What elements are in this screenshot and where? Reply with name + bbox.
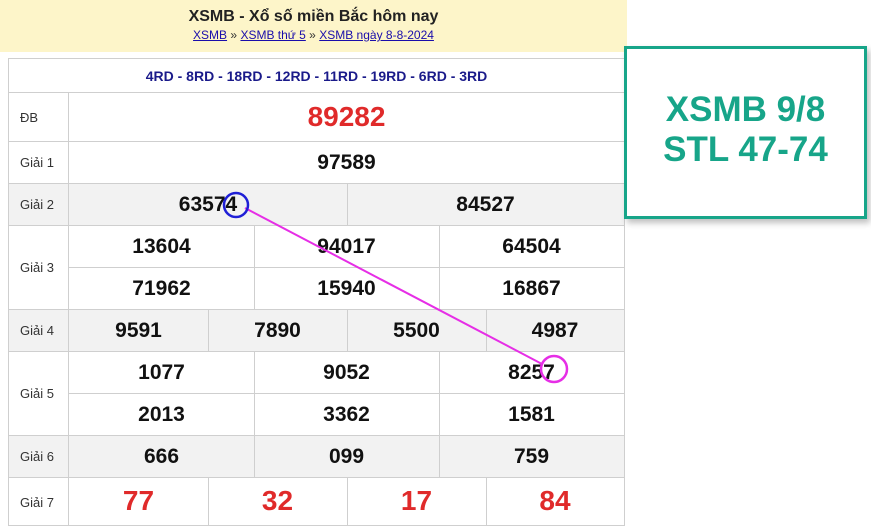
- callout-line-1: XSMB 9/8: [665, 90, 826, 129]
- prize-row-db: ĐB 89282: [9, 93, 624, 142]
- prize-number: 2013: [138, 402, 185, 426]
- prize-number: 17: [400, 485, 433, 516]
- breadcrumb-separator: »: [230, 28, 238, 42]
- prize-number: 89282: [307, 101, 386, 132]
- prize-number: 7890: [254, 318, 301, 342]
- results-table: 4RD - 8RD - 18RD - 12RD - 11RD - 19RD - …: [8, 58, 625, 526]
- prize-number: 16867: [502, 276, 561, 300]
- prize-number: 3362: [323, 402, 370, 426]
- prize-label: Giải 2: [9, 184, 69, 225]
- prize-number: 15940: [317, 276, 376, 300]
- prize-number: 77: [122, 485, 155, 516]
- prize-number: 13604: [132, 234, 191, 258]
- prize-label: Giải 6: [9, 436, 69, 477]
- prize-label: Giải 7: [9, 478, 69, 525]
- page-header: XSMB - Xổ số miền Bắc hôm nay XSMB » XSM…: [0, 0, 627, 52]
- breadcrumb-thu5-link[interactable]: XSMB thứ 5: [240, 28, 305, 42]
- breadcrumb-date-link[interactable]: XSMB ngày 8-8-2024: [319, 28, 434, 42]
- prize-row-g3: Giải 3 13604 94017 64504 71962 15940 168…: [9, 226, 624, 310]
- prize-number: 94017: [317, 234, 376, 258]
- breadcrumb-xsmb-link[interactable]: XSMB: [193, 28, 227, 42]
- prize-number: 4987: [531, 318, 579, 342]
- prize-number: 1077: [138, 360, 185, 384]
- prize-label: Giải 4: [9, 310, 69, 351]
- special-codes: 4RD - 8RD - 18RD - 12RD - 11RD - 19RD - …: [9, 59, 624, 93]
- prize-label: Giải 3: [9, 226, 69, 309]
- prize-number: 84: [539, 485, 571, 516]
- prize-row-g1: Giải 1 97589: [9, 142, 624, 184]
- breadcrumb: XSMB » XSMB thứ 5 » XSMB ngày 8-8-2024: [0, 27, 627, 43]
- prize-number: 8257: [508, 360, 555, 384]
- prize-row-g6: Giải 6 666 099 759: [9, 436, 624, 478]
- prediction-callout: XSMB 9/8 STL 47-74: [624, 46, 867, 219]
- callout-line-2: STL 47-74: [663, 130, 828, 169]
- prize-number: 32: [261, 485, 294, 516]
- prize-number: 759: [513, 444, 550, 468]
- prize-row-g5: Giải 5 1077 9052 8257 2013 3362 1581: [9, 352, 624, 436]
- prize-number: 71962: [132, 276, 191, 300]
- prize-label: Giải 1: [9, 142, 69, 183]
- prize-row-g7: Giải 7 77 32 17 84: [9, 478, 624, 525]
- prize-row-g2: Giải 2 63574 84527: [9, 184, 624, 226]
- page-title: XSMB - Xổ số miền Bắc hôm nay: [188, 8, 439, 25]
- prize-row-g4: Giải 4 9591 7890 5500 4987: [9, 310, 624, 352]
- prize-number: 9052: [323, 360, 370, 384]
- prize-number: 099: [328, 444, 365, 468]
- prize-number: 5500: [393, 318, 440, 342]
- prize-number: 666: [143, 444, 180, 468]
- prize-number: 1581: [508, 402, 555, 426]
- prize-number: 9591: [115, 318, 162, 342]
- prize-label: ĐB: [9, 93, 69, 141]
- prize-label: Giải 5: [9, 352, 69, 435]
- prize-number: 63574: [178, 192, 238, 216]
- prize-number: 84527: [456, 192, 515, 216]
- breadcrumb-separator: »: [309, 28, 316, 42]
- prize-number: 97589: [317, 150, 376, 174]
- prize-number: 64504: [502, 234, 561, 258]
